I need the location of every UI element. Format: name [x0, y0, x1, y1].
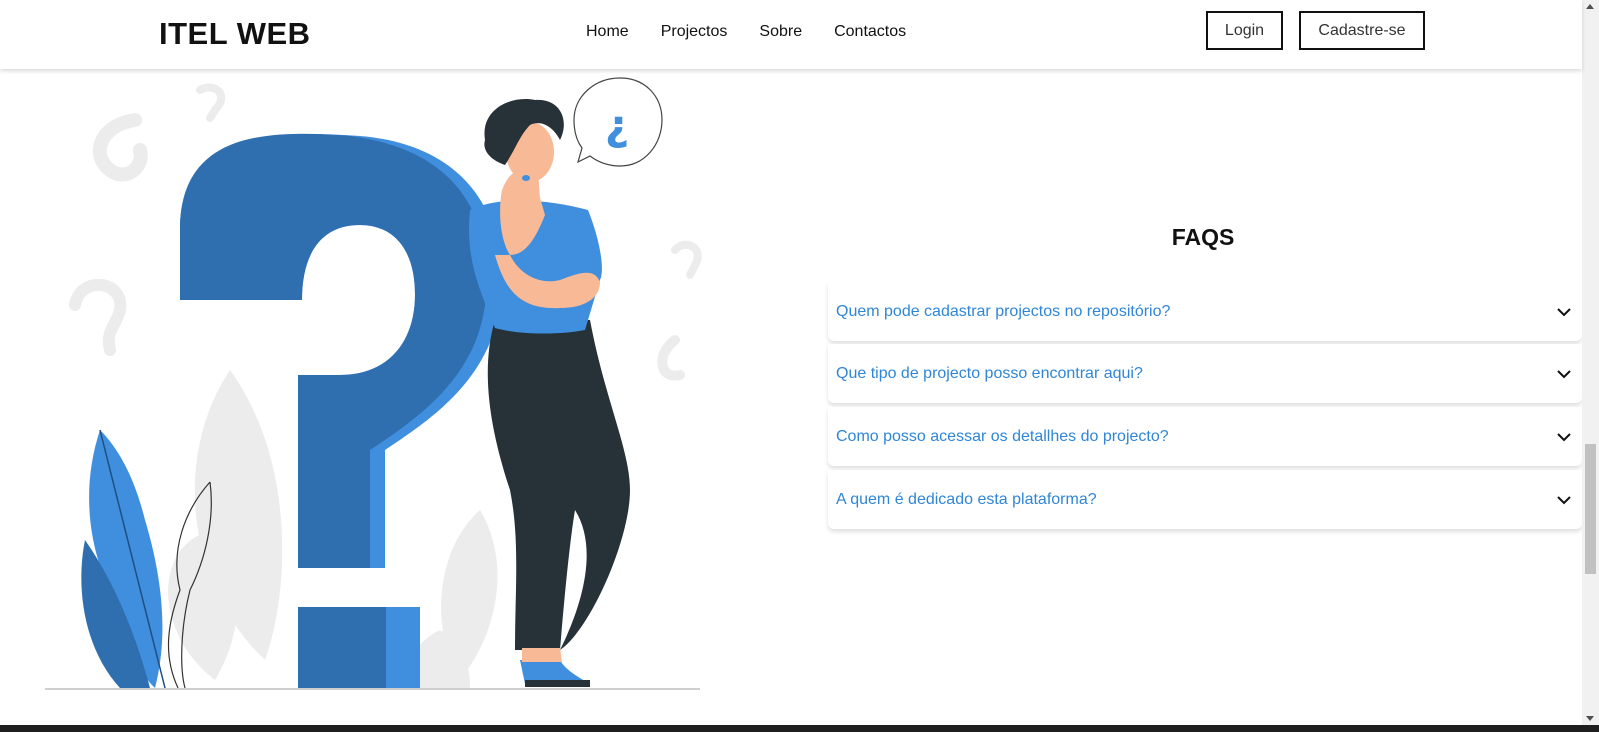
bubble-glyph-icon: ¿ — [605, 101, 629, 150]
signup-button[interactable]: Cadastre-se — [1299, 11, 1425, 50]
footer-edge — [0, 725, 1599, 732]
scroll-up-icon[interactable] — [1586, 4, 1594, 9]
nav-home[interactable]: Home — [586, 23, 629, 41]
faq-illustration: ¿ — [45, 77, 702, 690]
chevron-down-icon[interactable] — [1556, 304, 1572, 320]
login-button[interactable]: Login — [1206, 11, 1283, 50]
top-navbar: ITEL WEB Home Projectos Sobre Contactos … — [0, 0, 1582, 69]
nav-sobre[interactable]: Sobre — [759, 23, 802, 41]
speech-bubble: ¿ — [573, 77, 663, 167]
faq-item-1[interactable]: Quem pode cadastrar projectos no reposit… — [828, 282, 1582, 341]
chevron-down-icon[interactable] — [1556, 366, 1572, 382]
brand-logo[interactable]: ITEL WEB — [159, 16, 311, 52]
faq-item-2[interactable]: Que tipo de projecto posso encontrar aqu… — [828, 344, 1582, 403]
chevron-down-icon[interactable] — [1556, 492, 1572, 508]
faq-question[interactable]: Como posso acessar os detallhes do proje… — [836, 428, 1169, 446]
faq-title: FAQS — [1171, 224, 1235, 250]
scroll-down-icon[interactable] — [1586, 716, 1594, 721]
nav-projectos[interactable]: Projectos — [661, 23, 728, 41]
faq-question[interactable]: A quem é dedicado esta plataforma? — [836, 491, 1097, 509]
faq-item-3[interactable]: Como posso acessar os detallhes do proje… — [828, 407, 1582, 466]
faq-question[interactable]: Quem pode cadastrar projectos no reposit… — [836, 303, 1170, 321]
nav-contactos[interactable]: Contactos — [834, 23, 906, 41]
vertical-scrollbar[interactable] — [1582, 0, 1599, 725]
scroll-thumb[interactable] — [1585, 444, 1596, 574]
faq-question[interactable]: Que tipo de projecto posso encontrar aqu… — [836, 365, 1143, 383]
faq-item-4[interactable]: A quem é dedicado esta plataforma? — [828, 470, 1582, 529]
chevron-down-icon[interactable] — [1556, 429, 1572, 445]
main-nav: Home Projectos Sobre Contactos — [586, 23, 906, 41]
